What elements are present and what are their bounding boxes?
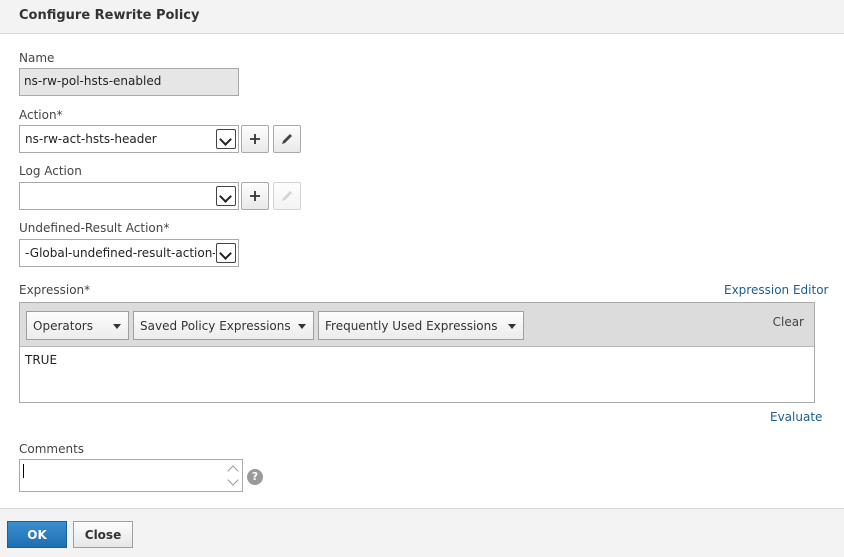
undefined-result-label: Undefined-Result Action* bbox=[19, 221, 170, 235]
question-icon[interactable]: ? bbox=[247, 469, 263, 485]
comments-textarea[interactable] bbox=[19, 459, 243, 492]
text-cursor bbox=[23, 464, 24, 478]
close-button[interactable]: Close bbox=[73, 521, 133, 548]
chevron-down-icon[interactable] bbox=[216, 243, 236, 263]
pencil-icon bbox=[282, 191, 292, 201]
name-field[interactable]: ns-rw-pol-hsts-enabled bbox=[19, 68, 239, 96]
operators-dropdown[interactable]: Operators bbox=[26, 311, 129, 340]
clear-button[interactable]: Clear bbox=[773, 315, 804, 329]
add-action-button[interactable] bbox=[241, 125, 269, 153]
caret-down-icon bbox=[113, 324, 121, 329]
textarea-spinner[interactable] bbox=[226, 462, 240, 490]
saved-expressions-label: Saved Policy Expressions bbox=[140, 319, 291, 333]
pencil-icon bbox=[282, 134, 292, 144]
frequent-expressions-label: Frequently Used Expressions bbox=[325, 319, 498, 333]
chevron-down-icon[interactable] bbox=[227, 474, 239, 486]
frequent-expressions-dropdown[interactable]: Frequently Used Expressions bbox=[318, 311, 524, 340]
action-label: Action* bbox=[19, 108, 63, 122]
log-action-select[interactable] bbox=[19, 182, 239, 210]
evaluate-link[interactable]: Evaluate bbox=[770, 410, 822, 424]
saved-expressions-dropdown[interactable]: Saved Policy Expressions bbox=[133, 311, 314, 340]
chevron-down-icon[interactable] bbox=[216, 186, 236, 206]
caret-down-icon bbox=[298, 324, 306, 329]
edit-log-action-button[interactable] bbox=[273, 182, 301, 210]
add-log-action-button[interactable] bbox=[241, 182, 269, 210]
expression-editor-link[interactable]: Expression Editor bbox=[724, 283, 828, 297]
plus-icon bbox=[250, 134, 260, 144]
chevron-down-icon[interactable] bbox=[216, 129, 236, 149]
ok-button[interactable]: OK bbox=[7, 521, 67, 548]
action-select[interactable]: ns-rw-act-hsts-header bbox=[19, 125, 239, 153]
action-select-value: ns-rw-act-hsts-header bbox=[25, 132, 157, 146]
expression-textarea[interactable]: TRUE bbox=[25, 353, 57, 367]
undefined-result-value: -Global-undefined-result-action- bbox=[25, 246, 215, 260]
log-action-label: Log Action bbox=[19, 164, 82, 178]
expression-toolbar: Operators Saved Policy Expressions Frequ… bbox=[20, 303, 814, 347]
plus-icon bbox=[250, 191, 260, 201]
expression-label: Expression* bbox=[19, 283, 91, 297]
dialog-title: Configure Rewrite Policy bbox=[19, 8, 200, 23]
dialog-footer: OK Close bbox=[0, 508, 844, 557]
caret-down-icon bbox=[508, 324, 516, 329]
operators-dropdown-label: Operators bbox=[33, 319, 93, 333]
edit-action-button[interactable] bbox=[273, 125, 301, 153]
dialog-header: Configure Rewrite Policy bbox=[0, 0, 844, 34]
comments-label: Comments bbox=[19, 442, 85, 456]
expression-box: Operators Saved Policy Expressions Frequ… bbox=[19, 302, 815, 403]
name-label: Name bbox=[19, 51, 55, 65]
undefined-result-select[interactable]: -Global-undefined-result-action- bbox=[19, 239, 239, 267]
